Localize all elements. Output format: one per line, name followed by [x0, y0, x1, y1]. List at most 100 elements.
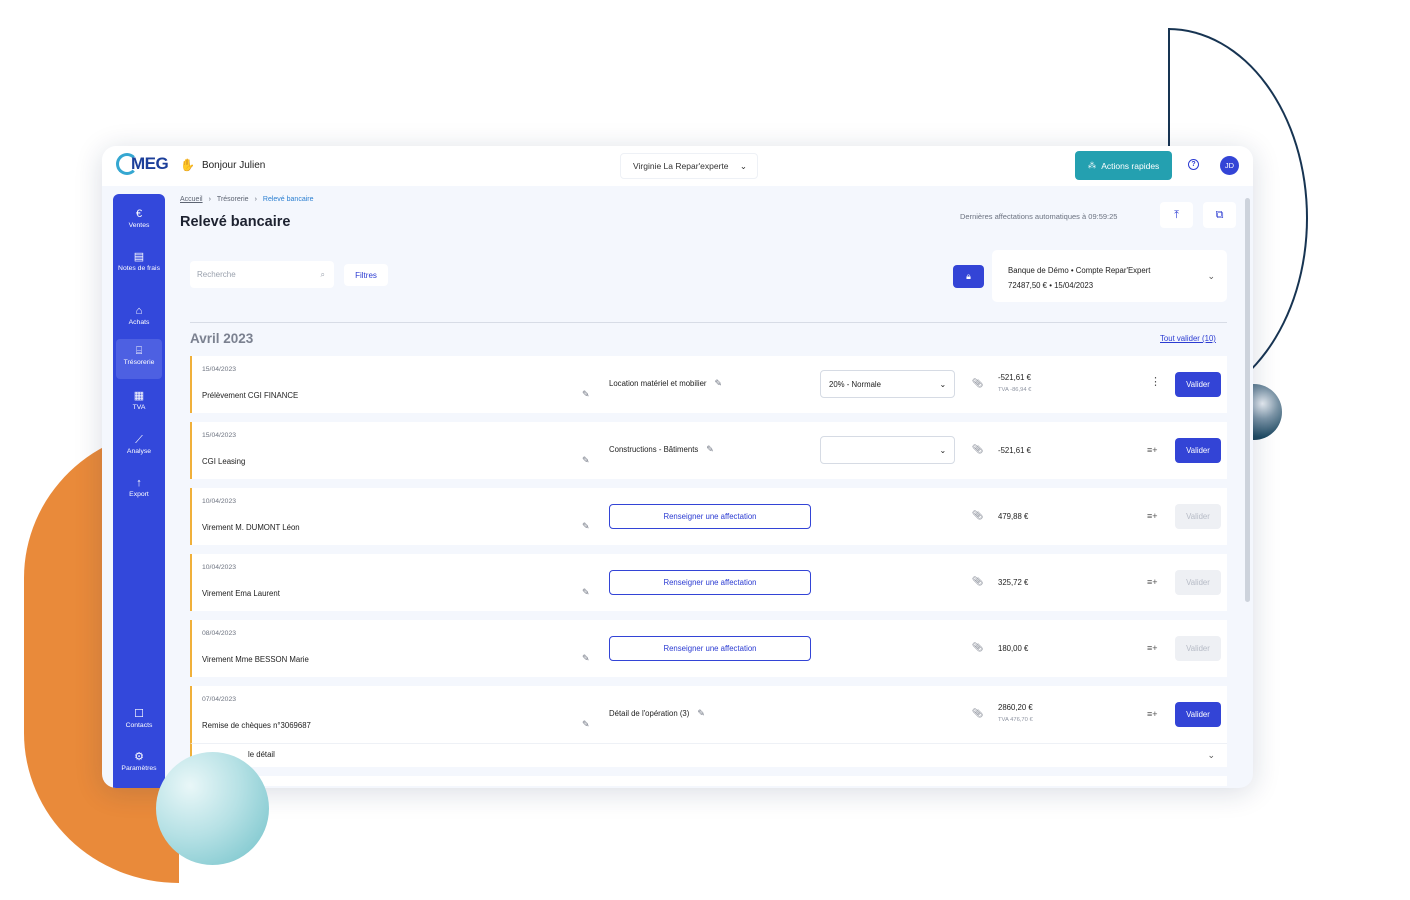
copy-icon: ⧉	[1215, 208, 1224, 221]
validate-button[interactable]: Valider	[1175, 702, 1221, 727]
main-content: Accueil › Trésorerie › Relevé bancaire R…	[180, 194, 1250, 788]
edit-icon[interactable]: ✎	[582, 455, 590, 466]
transaction-category: Location matériel et mobilier ✎	[609, 378, 722, 389]
add-line-icon[interactable]: ≡+	[1147, 445, 1158, 455]
bank-balance: 72487,50 € • 15/04/2023	[1008, 281, 1094, 290]
search-icon: ⌕	[320, 269, 325, 279]
add-line-icon[interactable]: ≡+	[1147, 643, 1158, 653]
sidebar-item-label: Achats	[128, 319, 150, 326]
validate-button[interactable]: Valider	[1175, 570, 1221, 595]
decorative-bubble	[156, 752, 269, 865]
transaction-label: Remise de chèques n°3069687	[202, 721, 311, 730]
upload-button[interactable]: ⤒	[1160, 202, 1193, 228]
attachment-icon[interactable]: 📎︎	[972, 444, 983, 455]
bank-account-name: Banque de Démo • Compte Repar'Expert	[1008, 266, 1151, 275]
attachment-icon[interactable]: 📎︎	[972, 510, 983, 521]
breadcrumb-home-link[interactable]: Accueil	[180, 196, 203, 203]
sidebar-item-analyse[interactable]: ⟋ Analyse	[116, 428, 162, 468]
quick-actions-button[interactable]: ⁂ Actions rapides	[1075, 151, 1172, 180]
transaction-date: 10/04/2023	[202, 564, 237, 571]
vat-select[interactable]: ⌄	[820, 436, 955, 464]
validate-all-link[interactable]: Tout valider (10)	[1160, 334, 1216, 343]
sidebar-item-tva[interactable]: ▦ TVA	[116, 384, 162, 424]
transaction-amount: -521,61 €	[998, 446, 1031, 455]
assign-button[interactable]: Renseigner une affectation	[609, 570, 811, 595]
transaction-row: 08/04/2023 Virement Mme BESSON Marie ✎ R…	[190, 620, 1227, 677]
transaction-row: 15/04/2023 CGI Leasing ✎ Constructions -…	[190, 422, 1227, 479]
page-title: Relevé bancaire	[180, 214, 291, 230]
transaction-amount: -521,61 €	[998, 373, 1031, 382]
transaction-amount: 180,00 €	[998, 644, 1029, 653]
chart-icon: ⟋	[135, 434, 143, 446]
transaction-row: 07/04/2023 Remise de chèques n°3069687 ✎…	[190, 686, 1227, 743]
next-row-peek	[190, 776, 1227, 786]
wave-icon: ✋	[180, 158, 195, 172]
logo[interactable]: MEG	[116, 153, 169, 175]
divider	[190, 322, 1227, 323]
help-icon[interactable]: ?	[1188, 159, 1199, 170]
transaction-label: Prélèvement CGI FINANCE	[202, 391, 299, 400]
filters-button[interactable]: Filtres	[344, 264, 388, 286]
edit-icon[interactable]: ✎	[582, 587, 590, 598]
edit-icon[interactable]: ✎	[697, 708, 705, 718]
contact-icon: ☐	[134, 708, 144, 720]
edit-icon[interactable]: ✎	[582, 521, 590, 532]
sidebar-item-achats[interactable]: ⌂ Achats	[116, 299, 162, 339]
scrollbar[interactable]	[1245, 198, 1250, 602]
validate-button[interactable]: Valider	[1175, 438, 1221, 463]
vat-select[interactable]: 20% - Normale ⌄	[820, 370, 955, 398]
validate-button[interactable]: Valider	[1175, 636, 1221, 661]
attachment-icon[interactable]: 📎︎	[972, 576, 983, 587]
breadcrumb: Accueil › Trésorerie › Relevé bancaire	[180, 196, 314, 203]
validate-button[interactable]: Valider	[1175, 504, 1221, 529]
stage: MEG ✋ Bonjour Julien Virginie La Repar'e…	[0, 0, 1410, 900]
month-heading: Avril 2023	[190, 331, 254, 346]
greeting-text: Bonjour Julien	[201, 159, 266, 171]
edit-icon[interactable]: ✎	[706, 444, 714, 454]
greeting: ✋ Bonjour Julien	[180, 158, 265, 172]
company-select[interactable]: Virginie La Repar'experte ⌄	[620, 153, 758, 179]
sidebar-item-export[interactable]: ↑ Export	[116, 471, 162, 511]
copy-button[interactable]: ⧉	[1203, 202, 1236, 228]
sidebar-item-label: Paramètres	[121, 765, 157, 772]
breadcrumb-section[interactable]: Trésorerie	[217, 196, 249, 203]
avatar[interactable]: JD	[1220, 156, 1239, 175]
edit-icon[interactable]: ✎	[582, 389, 590, 400]
sidebar-item-notes-de-frais[interactable]: ▤ Notes de frais	[116, 245, 162, 289]
sidebar-item-ventes[interactable]: € Ventes	[116, 202, 162, 242]
shopping-bag-icon: ⌂	[135, 305, 143, 317]
bank-account-selector[interactable]: Banque de Démo • Compte Repar'Expert 724…	[992, 250, 1227, 302]
attachment-icon[interactable]: 📎︎	[972, 708, 983, 719]
transaction-date: 10/04/2023	[202, 498, 237, 505]
app-window: MEG ✋ Bonjour Julien Virginie La Repar'e…	[102, 146, 1253, 788]
lock-button[interactable]: 🔒︎	[953, 265, 984, 288]
edit-icon[interactable]: ✎	[582, 719, 590, 730]
add-line-icon[interactable]: ≡+	[1147, 577, 1158, 587]
chevron-right-icon: ›	[254, 196, 257, 203]
assign-button[interactable]: Renseigner une affectation	[609, 504, 811, 529]
validate-button[interactable]: Valider	[1175, 372, 1221, 397]
detail-toggle[interactable]: le détail ⌄	[190, 743, 1227, 767]
quick-actions-label: Actions rapides	[1101, 160, 1160, 171]
company-name: Virginie La Repar'experte	[633, 161, 729, 171]
attachment-icon[interactable]: 📎︎	[972, 378, 983, 389]
sidebar-item-label: Trésorerie	[123, 359, 155, 366]
sidebar: € Ventes ▤ Notes de frais ⌂ Achats ⌸ Tré…	[113, 194, 165, 788]
edit-icon[interactable]: ✎	[715, 378, 723, 388]
attachment-icon[interactable]: 📎︎	[972, 642, 983, 653]
bank-icon: ⌸	[135, 345, 143, 357]
sidebar-item-parametres[interactable]: ⚙ Paramètres	[116, 745, 162, 785]
chevron-down-icon: ⌄	[739, 160, 747, 171]
transaction-category: Constructions - Bâtiments ✎	[609, 444, 714, 455]
chevron-down-icon: ⌄	[1207, 750, 1215, 760]
sidebar-item-label: TVA	[132, 404, 146, 411]
edit-icon[interactable]: ✎	[582, 653, 590, 664]
add-line-icon[interactable]: ≡+	[1147, 709, 1158, 719]
add-line-icon[interactable]: ≡+	[1147, 511, 1158, 521]
more-options-icon[interactable]: ⋮	[1150, 375, 1161, 388]
search-placeholder: Recherche	[197, 270, 236, 279]
sidebar-item-contacts[interactable]: ☐ Contacts	[116, 702, 162, 742]
sidebar-item-tresorerie[interactable]: ⌸ Trésorerie	[116, 339, 162, 379]
assign-button[interactable]: Renseigner une affectation	[609, 636, 811, 661]
search-input[interactable]: Recherche ⌕	[190, 261, 334, 288]
